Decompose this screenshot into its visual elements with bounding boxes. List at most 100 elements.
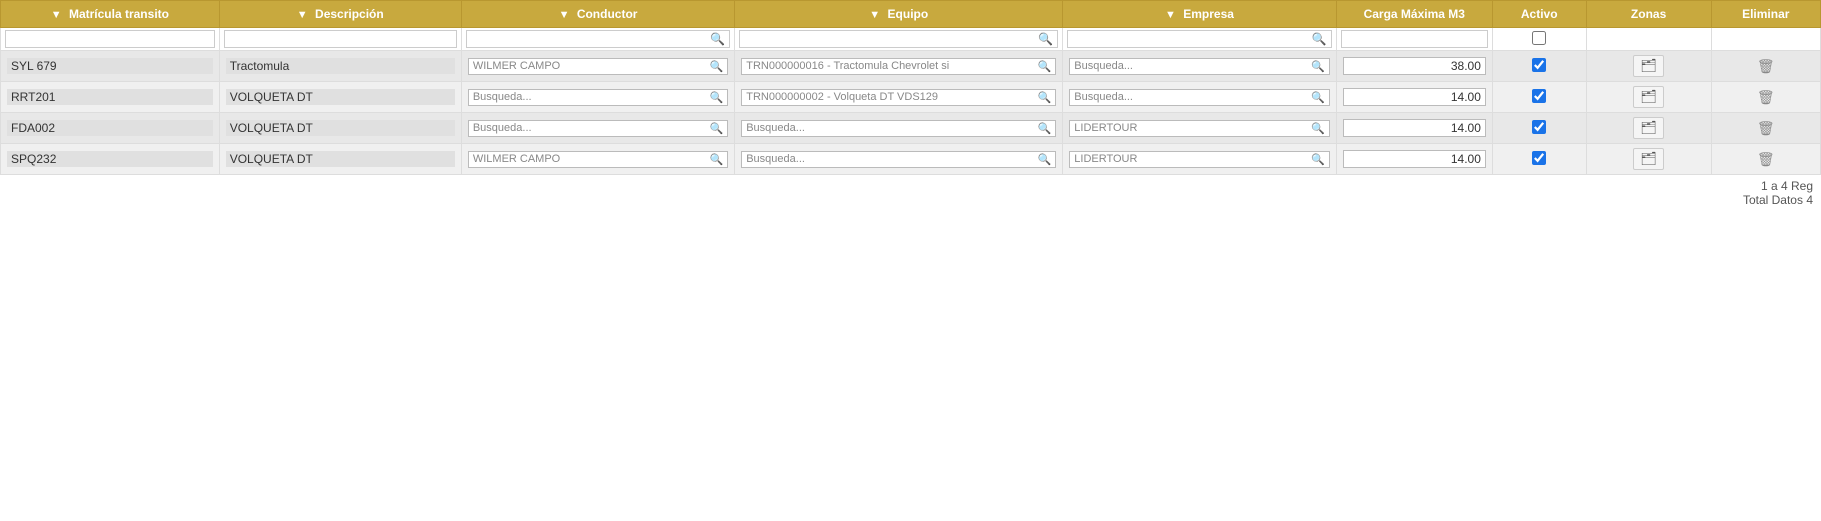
search-icon-empresa-3[interactable]: 🔍 [1311, 153, 1325, 166]
filter-input-conductor[interactable] [467, 31, 706, 47]
search-icon-equipo-2[interactable]: 🔍 [1038, 122, 1052, 135]
col-header-zonas[interactable]: Zonas [1586, 1, 1711, 28]
filter-cell-descripcion [219, 28, 461, 51]
col-header-descripcion[interactable]: ▼ Descripción [219, 1, 461, 28]
cell-carga-3: 14.00 [1336, 144, 1492, 175]
cell-eliminar-2: 🗑 [1711, 113, 1820, 144]
pagination-range: 1 a 4 Reg [8, 179, 1813, 193]
col-label-descripcion: Descripción [315, 7, 384, 21]
filter-icon-empresa: ▼ [1165, 9, 1176, 21]
filter-search-button-conductor[interactable]: 🔍 [706, 32, 729, 46]
filter-input-equipo[interactable] [740, 31, 1034, 47]
cell-descripcion-1: VOLQUETA DT [219, 82, 461, 113]
search-icon-conductor-3[interactable]: 🔍 [710, 153, 724, 166]
cell-equipo-1: TRN000000002 - Volqueta DT VDS129🔍 [735, 82, 1063, 113]
filter-icon-matricula: ▼ [51, 9, 62, 21]
cell-carga-2: 14.00 [1336, 113, 1492, 144]
cell-empresa-3: LIDERTOUR 🔍 [1063, 144, 1336, 175]
value-empresa-3: LIDERTOUR [1074, 153, 1307, 165]
zonas-button-3[interactable]: 🗂 [1633, 148, 1664, 170]
cell-activo-0 [1492, 51, 1586, 82]
value-equipo-3: Busqueda... [746, 153, 1033, 165]
cell-equipo-2: Busqueda...🔍 [735, 113, 1063, 144]
col-label-conductor: Conductor [577, 7, 638, 21]
cell-matricula-0: SYL 679 [1, 51, 220, 82]
filter-input-empresa[interactable] [1068, 31, 1307, 47]
zonas-button-0[interactable]: 🗂 [1633, 55, 1664, 77]
search-icon-conductor-1[interactable]: 🔍 [710, 91, 724, 104]
search-icon-conductor-0[interactable]: 🔍 [710, 60, 724, 73]
value-conductor-2: Busqueda... [473, 122, 706, 134]
filter-search-button-equipo[interactable]: 🔍 [1034, 32, 1057, 46]
cell-matricula-2: FDA002 [1, 113, 220, 144]
search-icon-empresa-1[interactable]: 🔍 [1311, 91, 1325, 104]
cell-activo-3 [1492, 144, 1586, 175]
eliminar-button-2[interactable]: 🗑 [1757, 120, 1775, 137]
eliminar-button-0[interactable]: 🗑 [1757, 58, 1775, 75]
filter-cell-empresa: 🔍 [1063, 28, 1336, 51]
value-carga-3: 14.00 [1343, 150, 1486, 168]
cell-zonas-2: 🗂 [1586, 113, 1711, 144]
col-header-matricula[interactable]: ▼ Matrícula transito [1, 1, 220, 28]
value-descripcion-3: VOLQUETA DT [226, 151, 455, 167]
value-carga-1: 14.00 [1343, 88, 1486, 106]
eliminar-button-3[interactable]: 🗑 [1757, 151, 1775, 168]
value-descripcion-1: VOLQUETA DT [226, 89, 455, 105]
checkbox-activo-1[interactable] [1532, 89, 1546, 103]
table-row: FDA002VOLQUETA DTBusqueda...🔍Busqueda...… [1, 113, 1821, 144]
search-icon-equipo-1[interactable]: 🔍 [1038, 91, 1052, 104]
value-conductor-0: WILMER CAMPO [473, 60, 706, 72]
value-conductor-1: Busqueda... [473, 91, 706, 103]
cell-descripcion-0: Tractomula [219, 51, 461, 82]
cell-carga-1: 14.00 [1336, 82, 1492, 113]
filter-cell-conductor: 🔍 [461, 28, 734, 51]
search-icon-empresa-2[interactable]: 🔍 [1311, 122, 1325, 135]
cell-activo-1 [1492, 82, 1586, 113]
value-empresa-0: Busqueda... [1074, 60, 1307, 72]
cell-empresa-2: LIDERTOUR 🔍 [1063, 113, 1336, 144]
col-header-equipo[interactable]: ▼ Equipo [735, 1, 1063, 28]
zonas-button-2[interactable]: 🗂 [1633, 117, 1664, 139]
value-empresa-2: LIDERTOUR [1074, 122, 1307, 134]
main-table-container: ▼ Matrícula transito ▼ Descripción ▼ Con… [0, 0, 1821, 211]
cell-eliminar-0: 🗑 [1711, 51, 1820, 82]
col-header-carga[interactable]: Carga Máxima M3 [1336, 1, 1492, 28]
col-header-activo[interactable]: Activo [1492, 1, 1586, 28]
filter-checkbox-activo[interactable] [1532, 31, 1546, 45]
cell-descripcion-2: VOLQUETA DT [219, 113, 461, 144]
cell-carga-0: 38.00 [1336, 51, 1492, 82]
filter-input-carga[interactable] [1341, 30, 1488, 48]
table-row: SPQ232VOLQUETA DTWILMER CAMPO🔍Busqueda..… [1, 144, 1821, 175]
pagination-total: Total Datos 4 [8, 193, 1813, 207]
col-label-eliminar: Eliminar [1742, 7, 1789, 21]
search-icon-equipo-3[interactable]: 🔍 [1038, 153, 1052, 166]
value-descripcion-0: Tractomula [226, 58, 455, 74]
filter-input-descripcion[interactable] [224, 30, 457, 48]
cell-zonas-1: 🗂 [1586, 82, 1711, 113]
value-equipo-0: TRN000000016 - Tractomula Chevrolet si [746, 60, 1033, 72]
col-label-matricula: Matrícula transito [69, 7, 169, 21]
search-icon-equipo-0[interactable]: 🔍 [1038, 60, 1052, 73]
value-matricula-2: FDA002 [7, 120, 213, 136]
cell-conductor-2: Busqueda... 🔍 [461, 113, 734, 144]
filter-input-matricula[interactable] [5, 30, 215, 48]
filter-icon-conductor: ▼ [559, 9, 570, 21]
col-label-equipo: Equipo [888, 7, 929, 21]
table-row: SYL 679 Tractomula WILMER CAMPO 🔍 TRN0000000… [1, 51, 1821, 82]
search-icon-empresa-0[interactable]: 🔍 [1311, 60, 1325, 73]
eliminar-button-1[interactable]: 🗑 [1757, 89, 1775, 106]
value-carga-0: 38.00 [1343, 57, 1486, 75]
checkbox-activo-0[interactable] [1532, 58, 1546, 72]
checkbox-activo-2[interactable] [1532, 120, 1546, 134]
cell-zonas-3: 🗂 [1586, 144, 1711, 175]
col-header-eliminar[interactable]: Eliminar [1711, 1, 1820, 28]
col-header-conductor[interactable]: ▼ Conductor [461, 1, 734, 28]
checkbox-activo-3[interactable] [1532, 151, 1546, 165]
filter-search-button-empresa[interactable]: 🔍 [1308, 32, 1331, 46]
col-header-empresa[interactable]: ▼ Empresa [1063, 1, 1336, 28]
search-icon-conductor-2[interactable]: 🔍 [710, 122, 724, 135]
zonas-button-1[interactable]: 🗂 [1633, 86, 1664, 108]
cell-empresa-0: Busqueda... 🔍 [1063, 51, 1336, 82]
vehicles-table: ▼ Matrícula transito ▼ Descripción ▼ Con… [0, 0, 1821, 175]
filter-cell-carga [1336, 28, 1492, 51]
